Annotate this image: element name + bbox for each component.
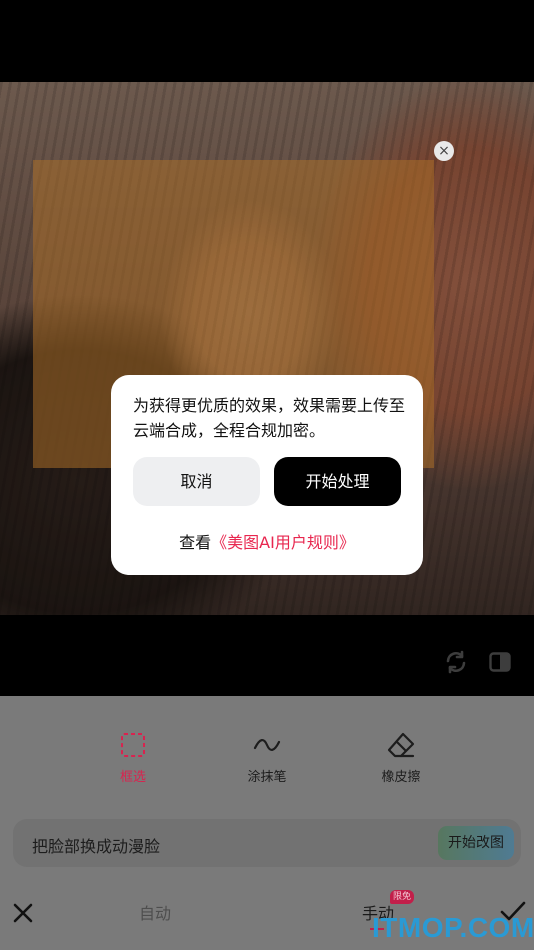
compare-icon[interactable] <box>489 652 511 672</box>
close-icon[interactable] <box>12 902 34 924</box>
prompt-text[interactable]: 把脸部换成动漫脸 <box>32 833 160 857</box>
cancel-button[interactable]: 取消 <box>133 457 260 506</box>
refresh-icon[interactable] <box>444 650 468 674</box>
dialog-message: 为获得更优质的效果，效果需要上传至云端合成，全程合规加密。 <box>133 396 406 440</box>
link-prefix: 查看 <box>179 533 212 552</box>
eraser-icon <box>387 732 415 758</box>
tool-label: 橡皮擦 <box>381 770 421 785</box>
tool-eraser[interactable]: 橡皮擦 <box>356 730 446 785</box>
mode-auto-tab[interactable]: 自动 <box>139 900 171 924</box>
start-processing-button[interactable]: 开始处理 <box>274 457 401 506</box>
tool-brush[interactable]: 涂抹笔 <box>222 730 312 785</box>
brush-stroke-icon <box>253 739 281 751</box>
confirm-check-icon[interactable] <box>500 900 526 922</box>
start-edit-button[interactable]: 开始改图 <box>438 826 514 860</box>
user-rules-link-row: 查看《美图AI用户规则》 <box>111 529 423 553</box>
user-rules-link[interactable]: 《美图AI用户规则》 <box>211 533 355 552</box>
top-black-bar <box>0 0 534 82</box>
selection-close-icon[interactable]: × <box>434 141 454 161</box>
dashed-box-icon <box>121 733 145 757</box>
tool-label: 框选 <box>119 770 146 785</box>
tool-label: 涂抹笔 <box>247 770 287 785</box>
cloud-upload-dialog: 为获得更优质的效果，效果需要上传至云端合成，全程合规加密。 取消 开始处理 查看… <box>111 375 423 575</box>
free-limit-badge: 限免 <box>390 890 415 904</box>
tool-box-select[interactable]: 框选 <box>88 730 178 785</box>
